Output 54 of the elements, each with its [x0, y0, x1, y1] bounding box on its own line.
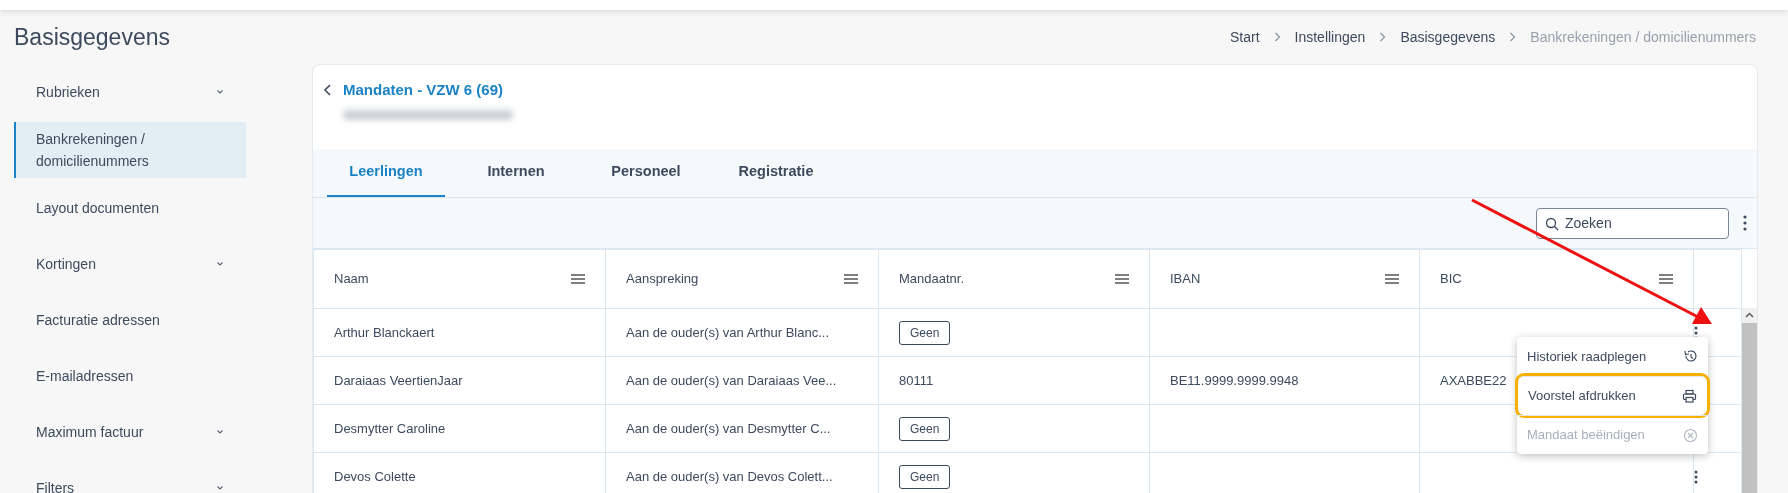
table-cell: BE11.9999.9999.9948 — [1170, 372, 1299, 388]
sidebar-item[interactable]: Facturatie adressen — [14, 295, 280, 345]
breadcrumb-chevron-icon — [1509, 32, 1517, 42]
column-header[interactable]: Naam — [334, 269, 369, 289]
column-menu-icon[interactable] — [844, 274, 858, 284]
tab[interactable]: Personeel — [587, 149, 705, 197]
card-title: Mandaten - VZW 6 (69) — [343, 80, 503, 100]
column-menu-icon[interactable] — [571, 274, 585, 284]
sidebar-item[interactable]: Layout documenten — [14, 183, 280, 233]
table-cell: AXABBE22 — [1440, 372, 1507, 388]
breadcrumb-link[interactable]: Basisgegevens — [1400, 26, 1496, 48]
table-cell: Aan de ouder(s) van Daraiaas Vee... — [626, 372, 837, 388]
menu-item[interactable]: Voorstel afdrukken — [1518, 376, 1707, 415]
column-menu-icon[interactable] — [1115, 274, 1129, 284]
tab[interactable]: Registratie — [717, 149, 835, 197]
printer-icon — [1682, 388, 1697, 404]
table-cell: Aan de ouder(s) van Desmytter C... — [626, 420, 831, 436]
breadcrumb-chevron-icon — [1379, 32, 1387, 42]
table-cell: 80111 — [899, 372, 934, 388]
sidebar-item[interactable]: Kortingen — [14, 239, 280, 289]
table-cell: Daraiaas VeertienJaar — [334, 372, 463, 388]
table-cell: Arthur Blanckaert — [334, 324, 435, 340]
column-menu-icon[interactable] — [1659, 274, 1673, 284]
breadcrumb-chevron-icon — [1273, 32, 1281, 42]
page-title: Basisgegevens — [14, 22, 170, 52]
menu-item[interactable]: Historiek raadplegen — [1517, 337, 1708, 376]
sidebar-item[interactable]: E-mailadressen — [14, 351, 280, 401]
sidebar-item[interactable]: Maximum factuur — [14, 407, 280, 457]
breadcrumb-link[interactable]: Instellingen — [1294, 26, 1366, 48]
scrollbar[interactable] — [1742, 308, 1757, 493]
status-badge: Geen — [899, 416, 951, 441]
history-icon — [1683, 349, 1698, 364]
search-field[interactable]: Zoeken — [1536, 207, 1729, 239]
sidebar-item[interactable]: Bankrekeningen / domicilienummers — [14, 122, 246, 178]
table-cell: Aan de ouder(s) van Devos Colett... — [626, 468, 833, 484]
table-cell: Desmytter Caroline — [334, 420, 446, 436]
column-header[interactable]: Mandaatnr. — [899, 269, 965, 289]
close-circle-icon — [1683, 427, 1698, 443]
back-chevron-icon[interactable] — [323, 83, 333, 98]
more-options-icon[interactable] — [1743, 215, 1747, 231]
row-actions-icon[interactable] — [1694, 469, 1698, 484]
breadcrumb-link[interactable]: Start — [1229, 26, 1260, 48]
tab[interactable]: Internen — [457, 149, 575, 197]
column-menu-icon[interactable] — [1385, 274, 1399, 284]
sidebar-item[interactable]: Rubrieken — [14, 67, 280, 117]
column-header[interactable]: Aanspreking — [626, 269, 699, 289]
column-header[interactable]: IBAN — [1170, 269, 1201, 289]
status-badge: Geen — [899, 464, 951, 489]
search-icon — [1545, 216, 1559, 231]
table-cell: Aan de ouder(s) van Arthur Blanc... — [626, 324, 830, 340]
column-header[interactable]: BIC — [1440, 269, 1462, 289]
status-badge: Geen — [899, 320, 951, 345]
sidebar-item[interactable]: Filters — [14, 463, 280, 493]
table-cell: Devos Colette — [334, 468, 416, 484]
